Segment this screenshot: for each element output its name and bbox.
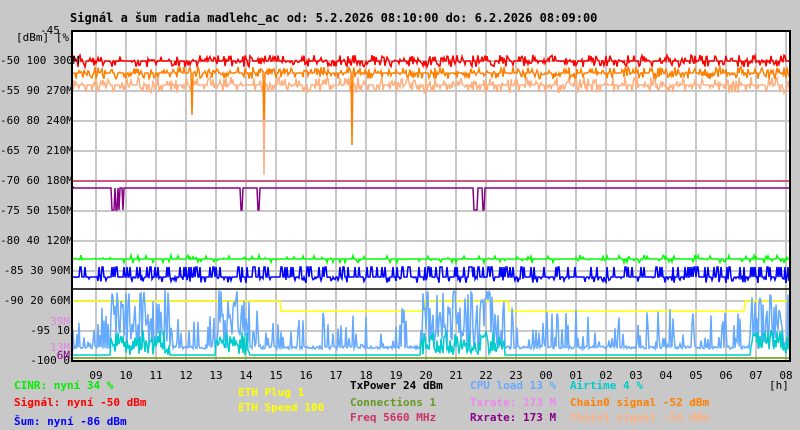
x-tick-label: 06	[719, 369, 733, 382]
x-tick-label: 17	[329, 369, 343, 382]
legend-eth-speed: ETH Speed 100	[238, 401, 325, 414]
legend-rxrate: Rxrate: 173 M	[470, 411, 557, 424]
legend-cpu-load: CPU load 13 %	[470, 379, 557, 392]
x-tick-label: 15	[269, 369, 283, 382]
x-tick-label: 21	[449, 369, 463, 382]
legend-signal: Signál: nyní -50 dBm	[14, 396, 147, 409]
y-tick-label: -50 100 300M	[0, 54, 80, 67]
legend-airtime: Airtime 4 %	[570, 379, 643, 392]
y-tick-label: -80 40 120M	[0, 234, 73, 247]
legend-connections: Connections 1	[350, 396, 437, 409]
legend-freq: Freq 5660 MHz	[350, 411, 437, 424]
x-tick-label: 07	[749, 369, 763, 382]
y-tick-label: -85 30 90M	[3, 264, 70, 277]
x-tick-label: 13	[209, 369, 223, 382]
x-tick-label: 14	[239, 369, 253, 382]
legend-txpower: TxPower 24 dBm	[350, 379, 443, 392]
x-tick-label: 04	[659, 369, 673, 382]
legend-chain0: Chain0 signal -52 dBm	[570, 396, 710, 409]
x-tick-label: 12	[179, 369, 193, 382]
legend-txrate: Txrate: 173 M	[470, 396, 557, 409]
legend-chain1: Chain1 signal -54 dBm	[570, 411, 710, 424]
x-tick-label: 10	[119, 369, 133, 382]
x-tick-label: 16	[299, 369, 313, 382]
legend-eth-plug: ETH Plug 1	[238, 386, 305, 399]
legend-noise: Šum: nyní -86 dBm	[14, 415, 127, 428]
y-tick-label: -60 80 240M	[0, 114, 73, 127]
x-axis-unit: [h]	[769, 379, 789, 392]
x-tick-label: 11	[149, 369, 163, 382]
y-tick-label: -65 70 210M	[0, 144, 73, 157]
legend-cinr: CINR: nyní 34 %	[14, 379, 114, 392]
x-tick-label: 05	[689, 369, 703, 382]
y-tick-label-rate: 6M	[56, 349, 70, 362]
y-tick-label: -55 90 270M	[0, 84, 73, 97]
y-tick-label: -90 20 60M	[3, 294, 70, 307]
y-tick-label: -75 50 150M	[0, 204, 73, 217]
chart-plot	[71, 30, 791, 362]
y-tick-label: -70 60 180M	[0, 174, 73, 187]
y-tick-label-rate: 39M	[50, 315, 70, 328]
